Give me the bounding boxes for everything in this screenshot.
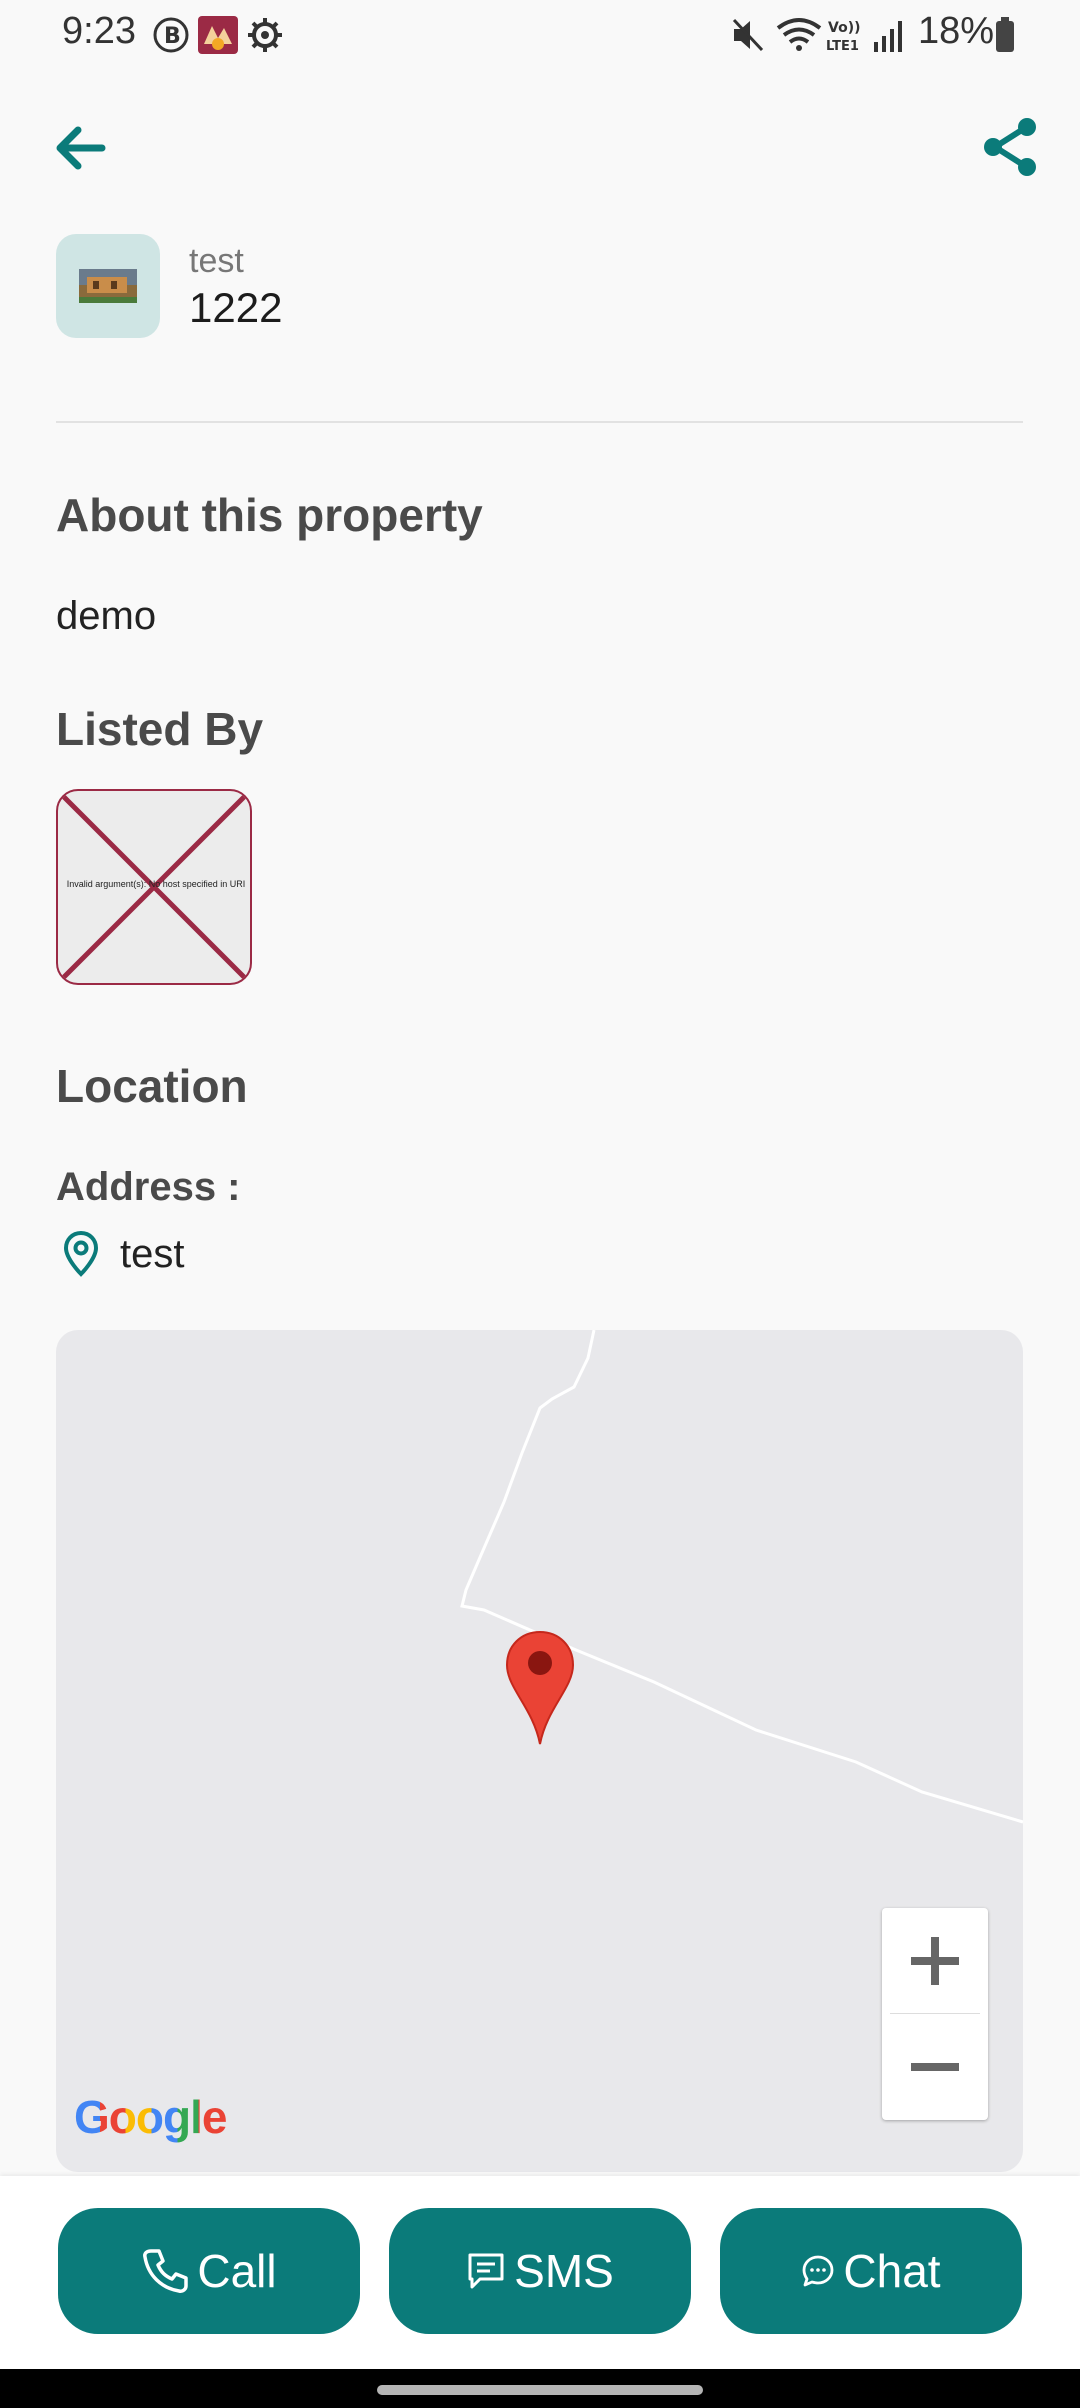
call-button[interactable]: Call [58, 2208, 360, 2334]
chat-bubble-icon [803, 2255, 834, 2287]
zoom-out-button[interactable] [882, 2014, 988, 2120]
mute-icon [732, 18, 764, 52]
map-marker-icon[interactable] [503, 1630, 577, 1746]
arrow-left-icon [56, 126, 106, 170]
listed-by-title: Listed By [56, 703, 264, 755]
bottom-action-bar: Call SMS Chat [0, 2176, 1080, 2369]
minus-icon [911, 2063, 959, 2071]
wifi-icon [776, 18, 822, 51]
share-button[interactable] [978, 112, 1044, 182]
status-bar: 9:23 B Vo)) LTE1 18% [0, 0, 1080, 70]
volte-icon: Vo)) LTE1 [826, 20, 860, 54]
location-pin-icon [63, 1230, 99, 1277]
svg-text:LTE1: LTE1 [826, 39, 859, 54]
zoom-controls [882, 1908, 988, 2120]
address-value: test [120, 1232, 185, 1276]
sms-label: SMS [514, 2245, 614, 2297]
image-error-text: Invalid argument(s): No host specified i… [66, 879, 246, 889]
lister-avatar-error: Invalid argument(s): No host specified i… [56, 789, 252, 985]
back-button[interactable] [50, 118, 110, 178]
zoom-in-button[interactable] [882, 1908, 988, 2014]
sms-button[interactable]: SMS [389, 2208, 691, 2334]
property-photo-icon [79, 269, 137, 303]
chat-button[interactable]: Chat [720, 2208, 1022, 2334]
map-roads [460, 1330, 1023, 1824]
address-label: Address : [56, 1165, 241, 1209]
map-view[interactable]: Google [56, 1330, 1023, 2172]
navigation-bar [0, 2369, 1080, 2408]
status-time: 9:23 [62, 10, 136, 52]
about-section-title: About this property [56, 489, 483, 541]
app-icon [198, 16, 238, 54]
svg-text:B: B [164, 24, 181, 49]
property-name: test [189, 242, 244, 280]
location-title: Location [56, 1060, 248, 1112]
signal-icon [874, 21, 902, 52]
phone-icon [143, 2249, 189, 2293]
plus-icon [911, 1937, 959, 1985]
property-price: 1222 [189, 284, 283, 331]
google-logo: Google [74, 2090, 227, 2144]
share-icon [984, 118, 1036, 176]
property-thumbnail [56, 234, 160, 338]
b-circle-icon: B [153, 17, 189, 53]
settings-gear-icon [248, 18, 282, 52]
home-gesture-handle[interactable] [377, 2385, 703, 2395]
call-label: Call [197, 2245, 277, 2297]
divider [56, 421, 1023, 423]
battery-icon [996, 17, 1014, 52]
svg-text:Vo)): Vo)) [828, 20, 860, 36]
about-description: demo [56, 594, 157, 638]
battery-level: 18% [918, 10, 995, 52]
sms-icon [468, 2253, 504, 2289]
chat-label: Chat [843, 2245, 941, 2297]
google-logo-text: Google [74, 2091, 227, 2143]
